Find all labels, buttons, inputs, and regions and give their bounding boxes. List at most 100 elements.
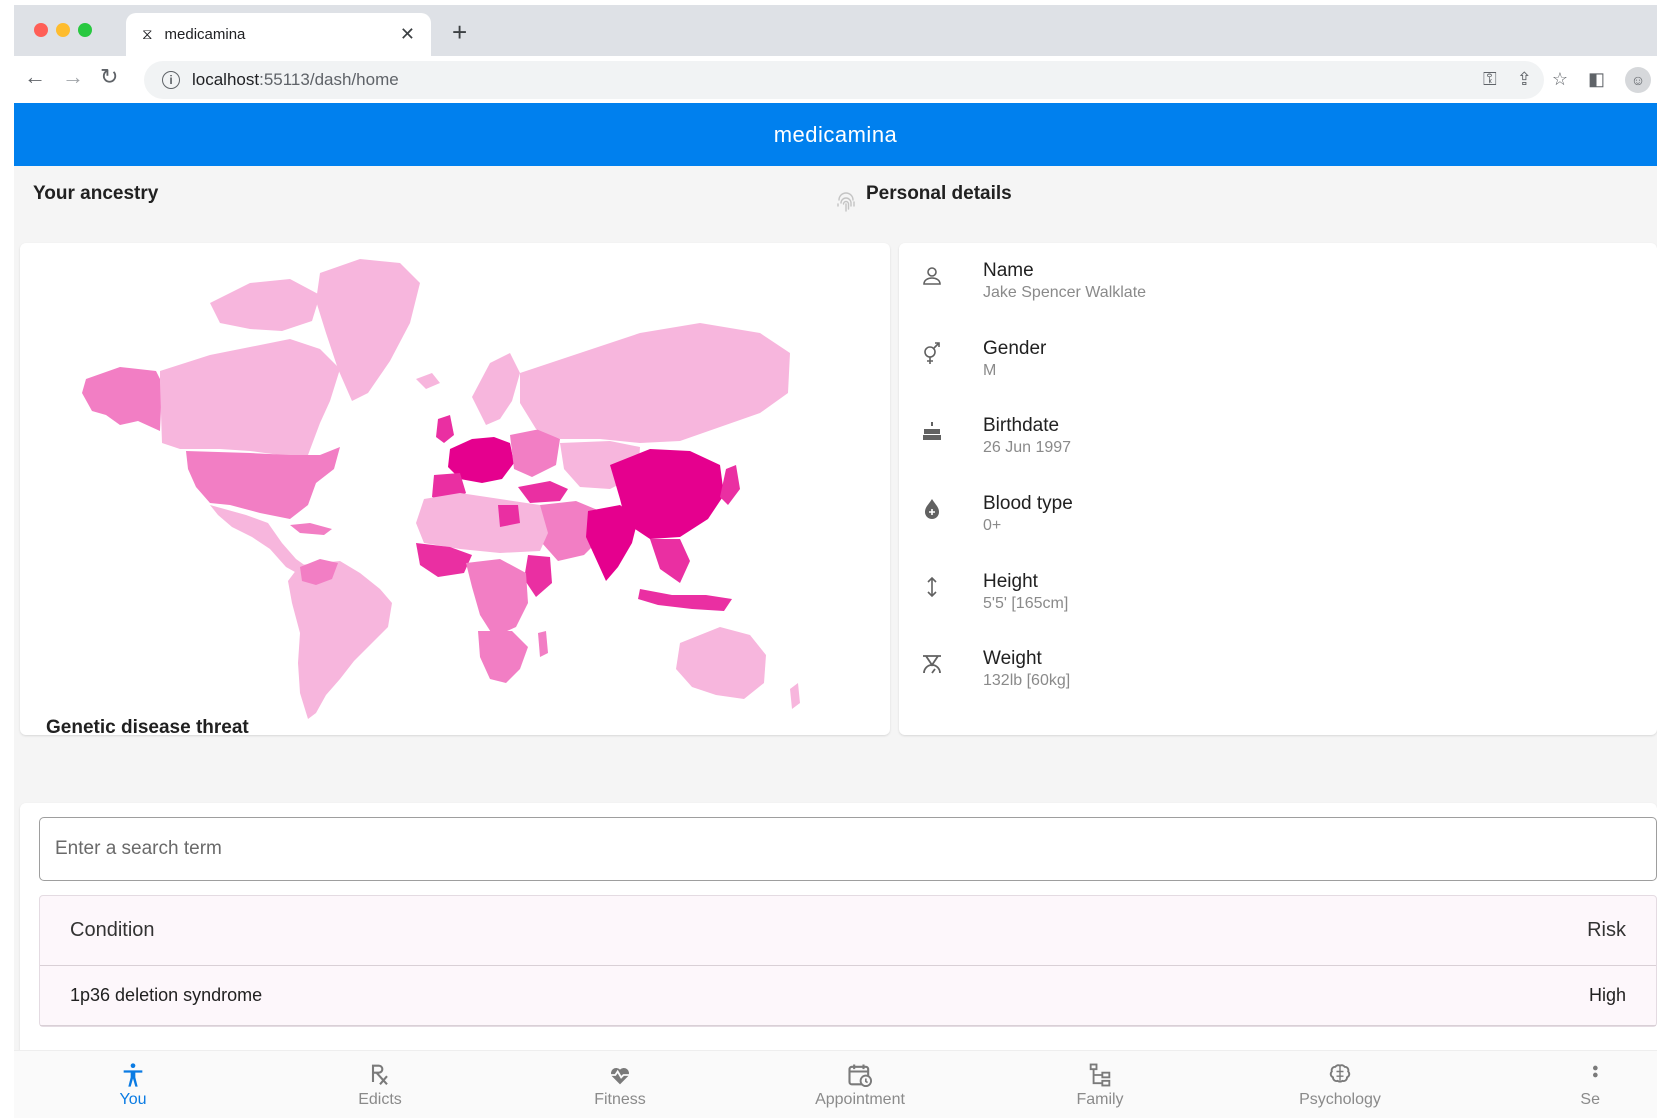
blood-drop-icon: [919, 496, 945, 522]
nav-label: Fitness: [594, 1091, 646, 1108]
tab-close-icon[interactable]: ✕: [400, 24, 415, 45]
region-madagascar[interactable]: [538, 631, 548, 657]
gender-icon: [919, 341, 945, 367]
nav-item-appointment[interactable]: Appointment: [790, 1061, 930, 1109]
column-header-condition[interactable]: Condition: [70, 919, 155, 942]
condition-table: Condition Risk 1p36 deletion syndrome Hi…: [39, 895, 1657, 1027]
nav-item-fitness[interactable]: Fitness: [550, 1061, 690, 1109]
detail-value: 26 Jun 1997: [983, 439, 1072, 456]
table-row[interactable]: 1p36 deletion syndrome High: [40, 966, 1656, 1026]
nav-item-edicts[interactable]: Edicts: [310, 1061, 450, 1109]
detail-row-weight: Weight 132lb [60kg]: [919, 647, 1070, 707]
reload-icon[interactable]: ↻: [100, 64, 118, 90]
nav-item-psychology[interactable]: Psychology: [1270, 1061, 1410, 1109]
region-new-zealand[interactable]: [790, 683, 800, 709]
tab-title: medicamina: [164, 26, 246, 43]
prescription-icon: [371, 1064, 388, 1086]
height-icon: [919, 574, 945, 600]
detail-row-blood-type: Blood type 0+: [919, 492, 1073, 552]
region-caribbean[interactable]: [290, 523, 332, 535]
browser-tab[interactable]: ⧖ medicamina ✕: [126, 13, 431, 56]
site-info-icon[interactable]: i: [162, 71, 180, 89]
detail-value: 132lb [60kg]: [983, 672, 1071, 689]
detail-label: Blood type: [983, 493, 1073, 514]
region-eastern-europe[interactable]: [510, 429, 560, 477]
side-panel-icon[interactable]: ◧: [1588, 69, 1605, 90]
calendar-clock-icon: [848, 1064, 873, 1088]
region-alaska[interactable]: [82, 367, 162, 431]
region-indonesia[interactable]: [638, 589, 732, 611]
url-omnibox[interactable]: i localhost:55113/dash/home: [144, 61, 1544, 99]
browser-tab-bar: ⧖ medicamina ✕ +: [14, 5, 1657, 56]
dna-favicon-icon: ⧖: [142, 26, 153, 43]
detail-label: Weight: [983, 648, 1042, 669]
maximize-window-button[interactable]: [78, 23, 92, 37]
personal-details-title: Personal details: [866, 183, 1012, 204]
profile-avatar-icon[interactable]: ☺: [1625, 66, 1651, 93]
ancestry-map-card: [20, 243, 890, 735]
region-east-africa[interactable]: [524, 555, 552, 597]
new-tab-button[interactable]: +: [452, 17, 467, 48]
region-japan[interactable]: [720, 465, 740, 505]
detail-value: 0+: [983, 517, 1002, 534]
nav-label: Se: [1580, 1091, 1600, 1108]
detail-label: Birthdate: [983, 415, 1060, 436]
region-mexico[interactable]: [210, 505, 310, 577]
region-iceland[interactable]: [416, 373, 440, 389]
nav-label: Appointment: [815, 1091, 905, 1108]
region-canada[interactable]: [160, 339, 340, 455]
url-host: localhost: [192, 70, 260, 89]
forward-arrow-icon[interactable]: →: [62, 64, 84, 90]
detail-label: Name: [983, 260, 1034, 281]
detail-row-gender: Gender M: [919, 337, 1046, 397]
search-input[interactable]: [39, 817, 1657, 881]
region-russia[interactable]: [520, 323, 790, 443]
region-south-america[interactable]: [288, 561, 392, 719]
region-southeast-asia[interactable]: [650, 539, 690, 583]
fingerprint-icon[interactable]: [834, 191, 858, 215]
column-header-risk[interactable]: Risk: [1587, 919, 1626, 942]
region-uk[interactable]: [436, 415, 454, 443]
minimize-window-button[interactable]: [56, 23, 70, 37]
cake-icon: [919, 418, 945, 444]
region-australia[interactable]: [676, 627, 766, 699]
bottom-navigation: You Edicts Fitness Appointment Family Ps…: [14, 1050, 1657, 1118]
detail-row-height: Height 5'5' [165cm]: [919, 570, 1068, 630]
region-north-africa[interactable]: [416, 493, 548, 553]
share-icon[interactable]: ⇪: [1517, 69, 1532, 90]
region-usa[interactable]: [186, 447, 340, 519]
nav-item-settings[interactable]: Se: [1560, 1061, 1600, 1109]
family-tree-icon: [1089, 1063, 1111, 1087]
table-header: Condition Risk: [40, 896, 1656, 966]
world-ancestry-map: [82, 259, 800, 719]
map-regions: [82, 259, 800, 719]
app-root: medicamina Your ancestry Personal detail…: [14, 103, 1657, 1118]
risk-cell: High: [1588, 985, 1626, 1005]
app-title: medicamina: [773, 121, 898, 147]
window-controls: [34, 23, 92, 37]
bookmark-star-icon[interactable]: ☆: [1552, 69, 1568, 90]
accessibility-icon: [123, 1063, 143, 1087]
nav-item-you[interactable]: You: [63, 1061, 203, 1109]
condition-cell: 1p36 deletion syndrome: [70, 985, 263, 1005]
more-icon: [1593, 1065, 1598, 1078]
region-central-africa[interactable]: [466, 559, 528, 637]
region-turkey[interactable]: [518, 481, 568, 503]
nav-item-family[interactable]: Family: [1030, 1061, 1170, 1109]
heart-pulse-icon: [609, 1068, 631, 1085]
key-icon[interactable]: ⚿: [1483, 69, 1497, 90]
nav-label: You: [119, 1091, 147, 1108]
genetic-threat-title: Genetic disease threat: [46, 717, 249, 738]
nav-label: Edicts: [358, 1091, 402, 1108]
nav-label: Psychology: [1299, 1091, 1381, 1108]
brain-icon: [1329, 1064, 1351, 1083]
back-arrow-icon[interactable]: ←: [24, 64, 46, 90]
detail-value: 5'5' [165cm]: [983, 595, 1069, 612]
personal-details-card: Name Jake Spencer Walklate Gender M Birt…: [899, 243, 1657, 735]
region-scandinavia[interactable]: [472, 353, 520, 425]
close-window-button[interactable]: [34, 23, 48, 37]
region-southern-africa[interactable]: [478, 631, 528, 683]
region-arctic-islands[interactable]: [210, 279, 320, 331]
detail-label: Height: [983, 571, 1038, 592]
detail-label: Gender: [983, 338, 1047, 359]
